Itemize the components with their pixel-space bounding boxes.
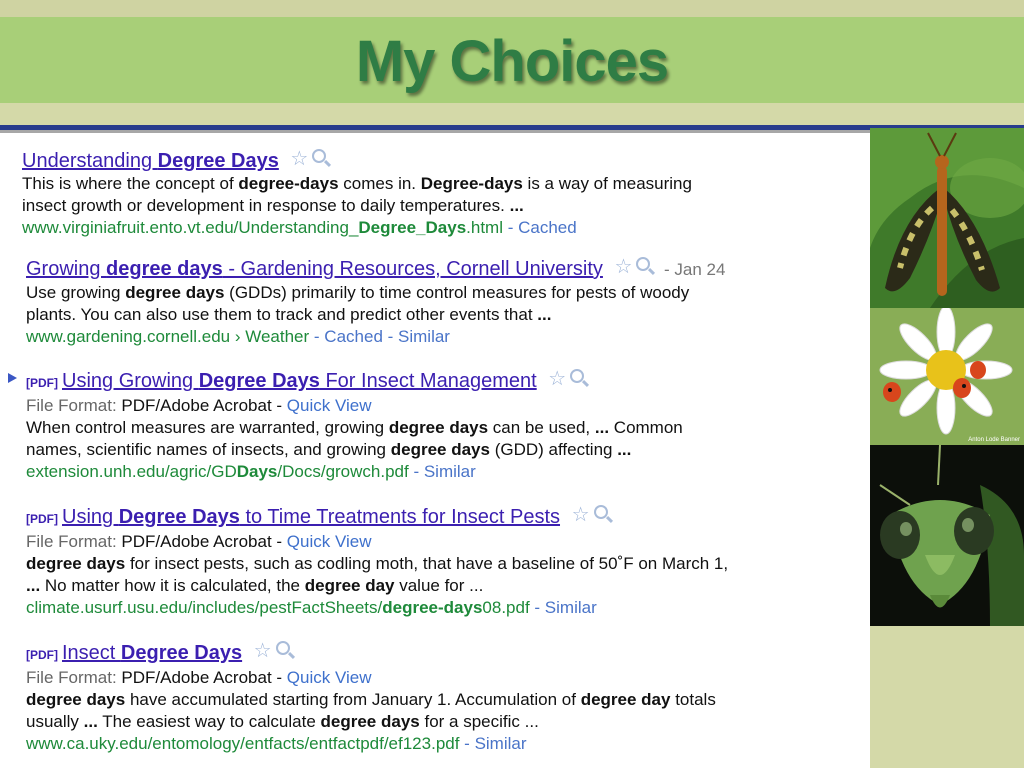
result-date: - Jan 24 [663,260,726,279]
scorpionfly-photo [870,128,1024,308]
quick-view-link[interactable]: Quick View [287,668,372,687]
result-url: www.virginiafruit.ento.vt.edu/Understand… [22,218,577,237]
result-snippet-line: names, scientific names of insects, and … [26,440,632,459]
triangle-right-icon [8,373,17,383]
pdf-tag: [PDF] [26,512,58,526]
result-snippet-line: ... No matter how it is calculated, the … [26,576,484,595]
file-format-line: File Format: PDF/Adobe Acrobat - Quick V… [26,532,372,551]
star-icon[interactable]: ☆ [572,504,590,526]
result-snippet-line: usually ... The easiest way to calculate… [26,712,539,731]
scorpionfly-image [870,128,1024,308]
top-band [0,0,1024,17]
result-title-link[interactable]: Growing degree days - Gardening Resource… [26,258,603,280]
result-url: www.gardening.cornell.edu › Weather - Ca… [26,327,450,346]
cached-link[interactable]: Cached [518,218,577,237]
result-snippet-line: degree days have accumulated starting fr… [26,690,716,709]
similar-link[interactable]: Similar [424,462,476,481]
result-title-row: Understanding Degree Days ☆ [22,147,870,173]
result-url: extension.unh.edu/agric/GDDays/Docs/grow… [26,462,476,481]
star-icon[interactable]: ☆ [254,640,272,662]
file-format-line: File Format: PDF/Adobe Acrobat - Quick V… [26,396,372,415]
search-result: Growing degree days - Gardening Resource… [26,255,870,348]
search-result: [PDF] Insect Degree Days ☆ File Format: P… [26,639,870,755]
result-snippet-line: insect growth or development in response… [22,196,524,215]
pdf-tag: [PDF] [26,648,58,662]
result-title-row: [PDF] Using Degree Days to Time Treatment… [26,503,870,531]
result-title-row: [PDF] Using Growing Degree Days For Insec… [26,367,870,395]
pdf-tag: [PDF] [26,376,58,390]
similar-link[interactable]: Similar [398,327,450,346]
magnifier-icon[interactable] [636,257,651,271]
result-url: www.ca.uky.edu/entomology/entfacts/entfa… [26,734,527,753]
result-snippet-line: When control measures are warranted, gro… [26,418,683,437]
daisy-ladybugs-photo: Anton Lode Banner [870,308,1024,445]
quick-view-link[interactable]: Quick View [287,396,372,415]
photo-credit: Anton Lode Banner [968,437,1020,443]
search-result: [PDF] Using Growing Degree Days For Insec… [26,367,870,483]
result-title-row: Growing degree days - Gardening Resource… [26,255,870,282]
search-results-panel: Understanding Degree Days ☆ This is wher… [0,133,870,768]
star-icon[interactable]: ☆ [548,368,566,390]
cached-link[interactable]: Cached [324,327,383,346]
star-icon[interactable]: ☆ [614,256,632,278]
magnifier-icon[interactable] [570,369,585,383]
quick-view-link[interactable]: Quick View [287,532,372,551]
search-result: Understanding Degree Days ☆ This is wher… [22,147,870,239]
magnifier-icon[interactable] [275,641,290,655]
result-title-link[interactable]: Insect Degree Days [62,642,242,664]
magnifier-icon[interactable] [593,505,608,519]
result-title-link[interactable]: Using Growing Degree Days For Insect Man… [62,370,537,392]
result-title-link[interactable]: Understanding Degree Days [22,150,279,172]
similar-link[interactable]: Similar [475,734,527,753]
praying-mantis-photo [870,445,1024,626]
similar-link[interactable]: Similar [545,598,597,617]
daisy-image: Anton Lode Banner [870,308,1024,445]
magnifier-icon[interactable] [312,149,327,163]
result-url: climate.usurf.usu.edu/includes/pestFactS… [26,598,597,617]
result-snippet-line: Use growing degree days (GDDs) primarily… [26,283,690,302]
result-snippet-line: degree days for insect pests, such as co… [26,554,729,573]
file-format-line: File Format: PDF/Adobe Acrobat - Quick V… [26,668,372,687]
slide-title: My Choices [355,29,669,94]
result-title-link[interactable]: Using Degree Days to Time Treatments for… [62,506,560,528]
olive-band [0,103,1024,125]
search-result: [PDF] Using Degree Days to Time Treatment… [26,503,870,619]
mantis-image [870,445,1024,626]
result-snippet-line: plants. You can also use them to track a… [26,305,552,324]
result-snippet-line: This is where the concept of degree-days… [22,174,692,193]
star-icon[interactable]: ☆ [290,148,308,170]
result-title-row: [PDF] Insect Degree Days ☆ [26,639,870,667]
